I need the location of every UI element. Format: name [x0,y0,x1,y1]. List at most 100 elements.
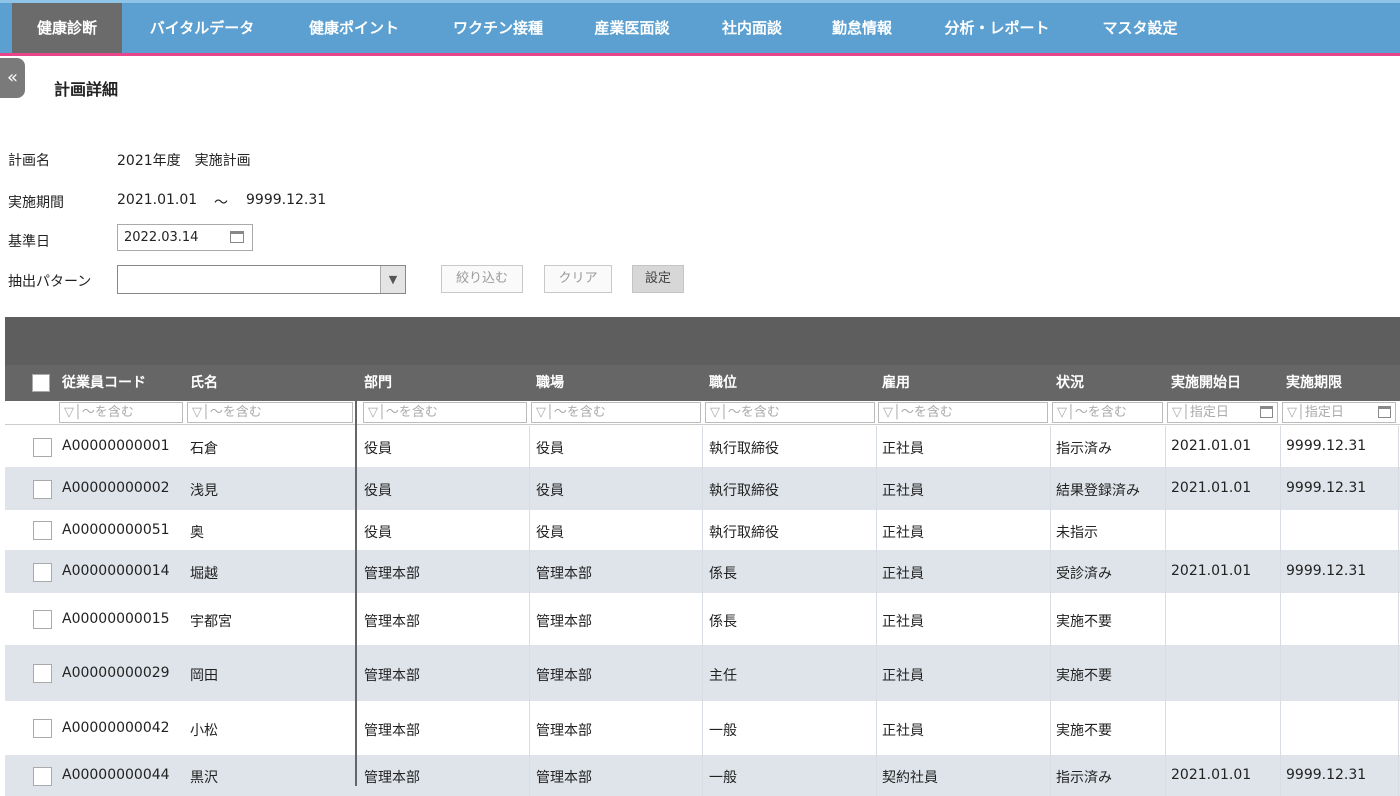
column-divider [1050,426,1051,468]
col-header-status[interactable]: 状況 [1056,365,1084,401]
cell-status: 未指示 [1056,525,1098,541]
row-checkbox[interactable] [33,438,52,457]
pattern-select[interactable]: ▼ [117,265,406,294]
nav-tab-vital-data[interactable]: バイタルデータ [132,3,272,53]
cell-name: 岡田 [190,668,218,684]
table-row[interactable]: A00000000051 奥 役員 役員 執行取締役 正社員 未指示 [5,510,1400,551]
row-checkbox[interactable] [33,521,52,540]
cell-department: 管理本部 [364,668,420,684]
col-header-start-date[interactable]: 実施開始日 [1171,365,1241,401]
row-checkbox[interactable] [33,610,52,629]
filter-button[interactable]: 絞り込む [441,265,523,293]
calendar-icon[interactable] [1378,406,1391,418]
cell-employee-code: A00000000051 [62,522,170,538]
table-row[interactable]: A00000000014 堀越 管理本部 管理本部 係長 正社員 受診済み 2021.01.0… [5,551,1400,593]
column-divider [529,593,530,646]
filter-deadline[interactable]: ▽│指定日 [1282,402,1396,423]
cell-employment: 正社員 [882,483,924,499]
column-divider [876,756,877,796]
collapse-sidebar-icon[interactable]: « [0,58,25,98]
cell-workplace: 役員 [536,441,564,457]
filter-start-date[interactable]: ▽│指定日 [1167,402,1278,423]
table-row[interactable]: A00000000029 岡田 管理本部 管理本部 主任 正社員 実施不要 [5,646,1400,701]
column-divider [1050,593,1051,646]
cell-employee-code: A00000000001 [62,438,170,454]
row-checkbox[interactable] [33,563,52,582]
nav-tab-analytics[interactable]: 分析・レポート [924,3,1070,53]
table-row[interactable]: A00000000002 浅見 役員 役員 執行取締役 正社員 結果登録済み 2021.01.… [5,468,1400,510]
cell-position: 主任 [709,668,737,684]
calendar-icon[interactable] [1260,406,1273,418]
column-divider [702,646,703,701]
cell-position: 執行取締役 [709,483,779,499]
row-checkbox[interactable] [33,664,52,683]
column-divider [702,468,703,510]
nav-tab-attendance[interactable]: 勤怠情報 [814,3,910,53]
column-divider [1280,468,1281,510]
nav-tab-master-settings[interactable]: マスタ設定 [1084,3,1196,53]
col-header-employment[interactable]: 雇用 [882,365,910,401]
clear-button[interactable]: クリア [544,265,612,293]
cell-employee-code: A00000000044 [62,767,170,783]
column-divider [702,551,703,593]
nav-tab-industrial-doctor[interactable]: 産業医面談 [576,3,688,53]
cell-employment: 正社員 [882,668,924,684]
column-divider [529,468,530,510]
grid-column-header: 従業員コード 氏名 部門 職場 職位 雇用 状況 実施開始日 実施期限 [5,365,1400,401]
column-divider [1280,510,1281,551]
filter-employee-code[interactable]: ▽│～を含む [59,402,183,423]
row-checkbox[interactable] [33,767,52,786]
table-row[interactable]: A00000000042 小松 管理本部 管理本部 一般 正社員 実施不要 [5,701,1400,756]
cell-status: 実施不要 [1056,723,1112,739]
column-divider [1165,593,1166,646]
cell-workplace: 管理本部 [536,566,592,582]
column-divider [876,426,877,468]
chevron-down-icon[interactable]: ▼ [380,266,405,293]
filter-start-date-placeholder: ▽│指定日 [1172,405,1229,420]
nav-tab-health-checkup[interactable]: 健康診断 [12,3,122,53]
calendar-icon[interactable] [230,231,244,243]
cell-employee-code: A00000000029 [62,665,170,681]
nav-tab-health-points[interactable]: 健康ポイント [288,3,420,53]
cell-department: 役員 [364,483,392,499]
column-divider [1050,646,1051,701]
row-checkbox[interactable] [33,480,52,499]
table-row[interactable]: A00000000001 石倉 役員 役員 執行取締役 正社員 指示済み 2021.01.01… [5,426,1400,468]
filter-name[interactable]: ▽│～を含む [187,402,353,423]
cell-status: 受診済み [1056,566,1112,582]
base-date-input[interactable]: 2022.03.14 [117,224,253,251]
column-divider [1398,510,1399,551]
column-divider [1165,426,1166,468]
column-divider [1165,551,1166,593]
select-all-checkbox[interactable] [32,374,50,392]
col-header-department[interactable]: 部門 [364,365,392,401]
filter-position[interactable]: ▽│～を含む [705,402,875,423]
cell-employee-code: A00000000002 [62,480,170,496]
settings-button[interactable]: 設定 [632,265,684,293]
col-header-name[interactable]: 氏名 [190,365,218,401]
col-header-employee-code[interactable]: 従業員コード [62,365,146,401]
col-header-position[interactable]: 職位 [709,365,737,401]
table-row[interactable]: A00000000015 宇都宮 管理本部 管理本部 係長 正社員 実施不要 [5,593,1400,646]
column-divider [1280,593,1281,646]
top-nav: 健康診断 バイタルデータ 健康ポイント ワクチン接種 産業医面談 社内面談 勤怠… [0,0,1400,56]
filter-employment[interactable]: ▽│～を含む [878,402,1048,423]
period-separator: ～ [214,195,228,211]
filter-status[interactable]: ▽│～を含む [1052,402,1163,423]
column-divider [1398,646,1399,701]
column-divider [1050,510,1051,551]
column-divider [702,756,703,796]
cell-department: 管理本部 [364,566,420,582]
filter-workplace[interactable]: ▽│～を含む [531,402,701,423]
cell-employee-code: A00000000042 [62,720,170,736]
cell-position: 執行取締役 [709,441,779,457]
col-header-workplace[interactable]: 職場 [536,365,564,401]
cell-workplace: 管理本部 [536,723,592,739]
table-row[interactable]: A00000000044 黒沢 管理本部 管理本部 一般 契約社員 指示済み 2021.01.… [5,756,1400,796]
nav-tab-vaccination[interactable]: ワクチン接種 [432,3,564,53]
filter-department[interactable]: ▽│～を含む [363,402,527,423]
row-checkbox[interactable] [33,719,52,738]
nav-tab-internal-interview[interactable]: 社内面談 [702,3,802,53]
column-divider [876,551,877,593]
col-header-deadline[interactable]: 実施期限 [1286,365,1342,401]
